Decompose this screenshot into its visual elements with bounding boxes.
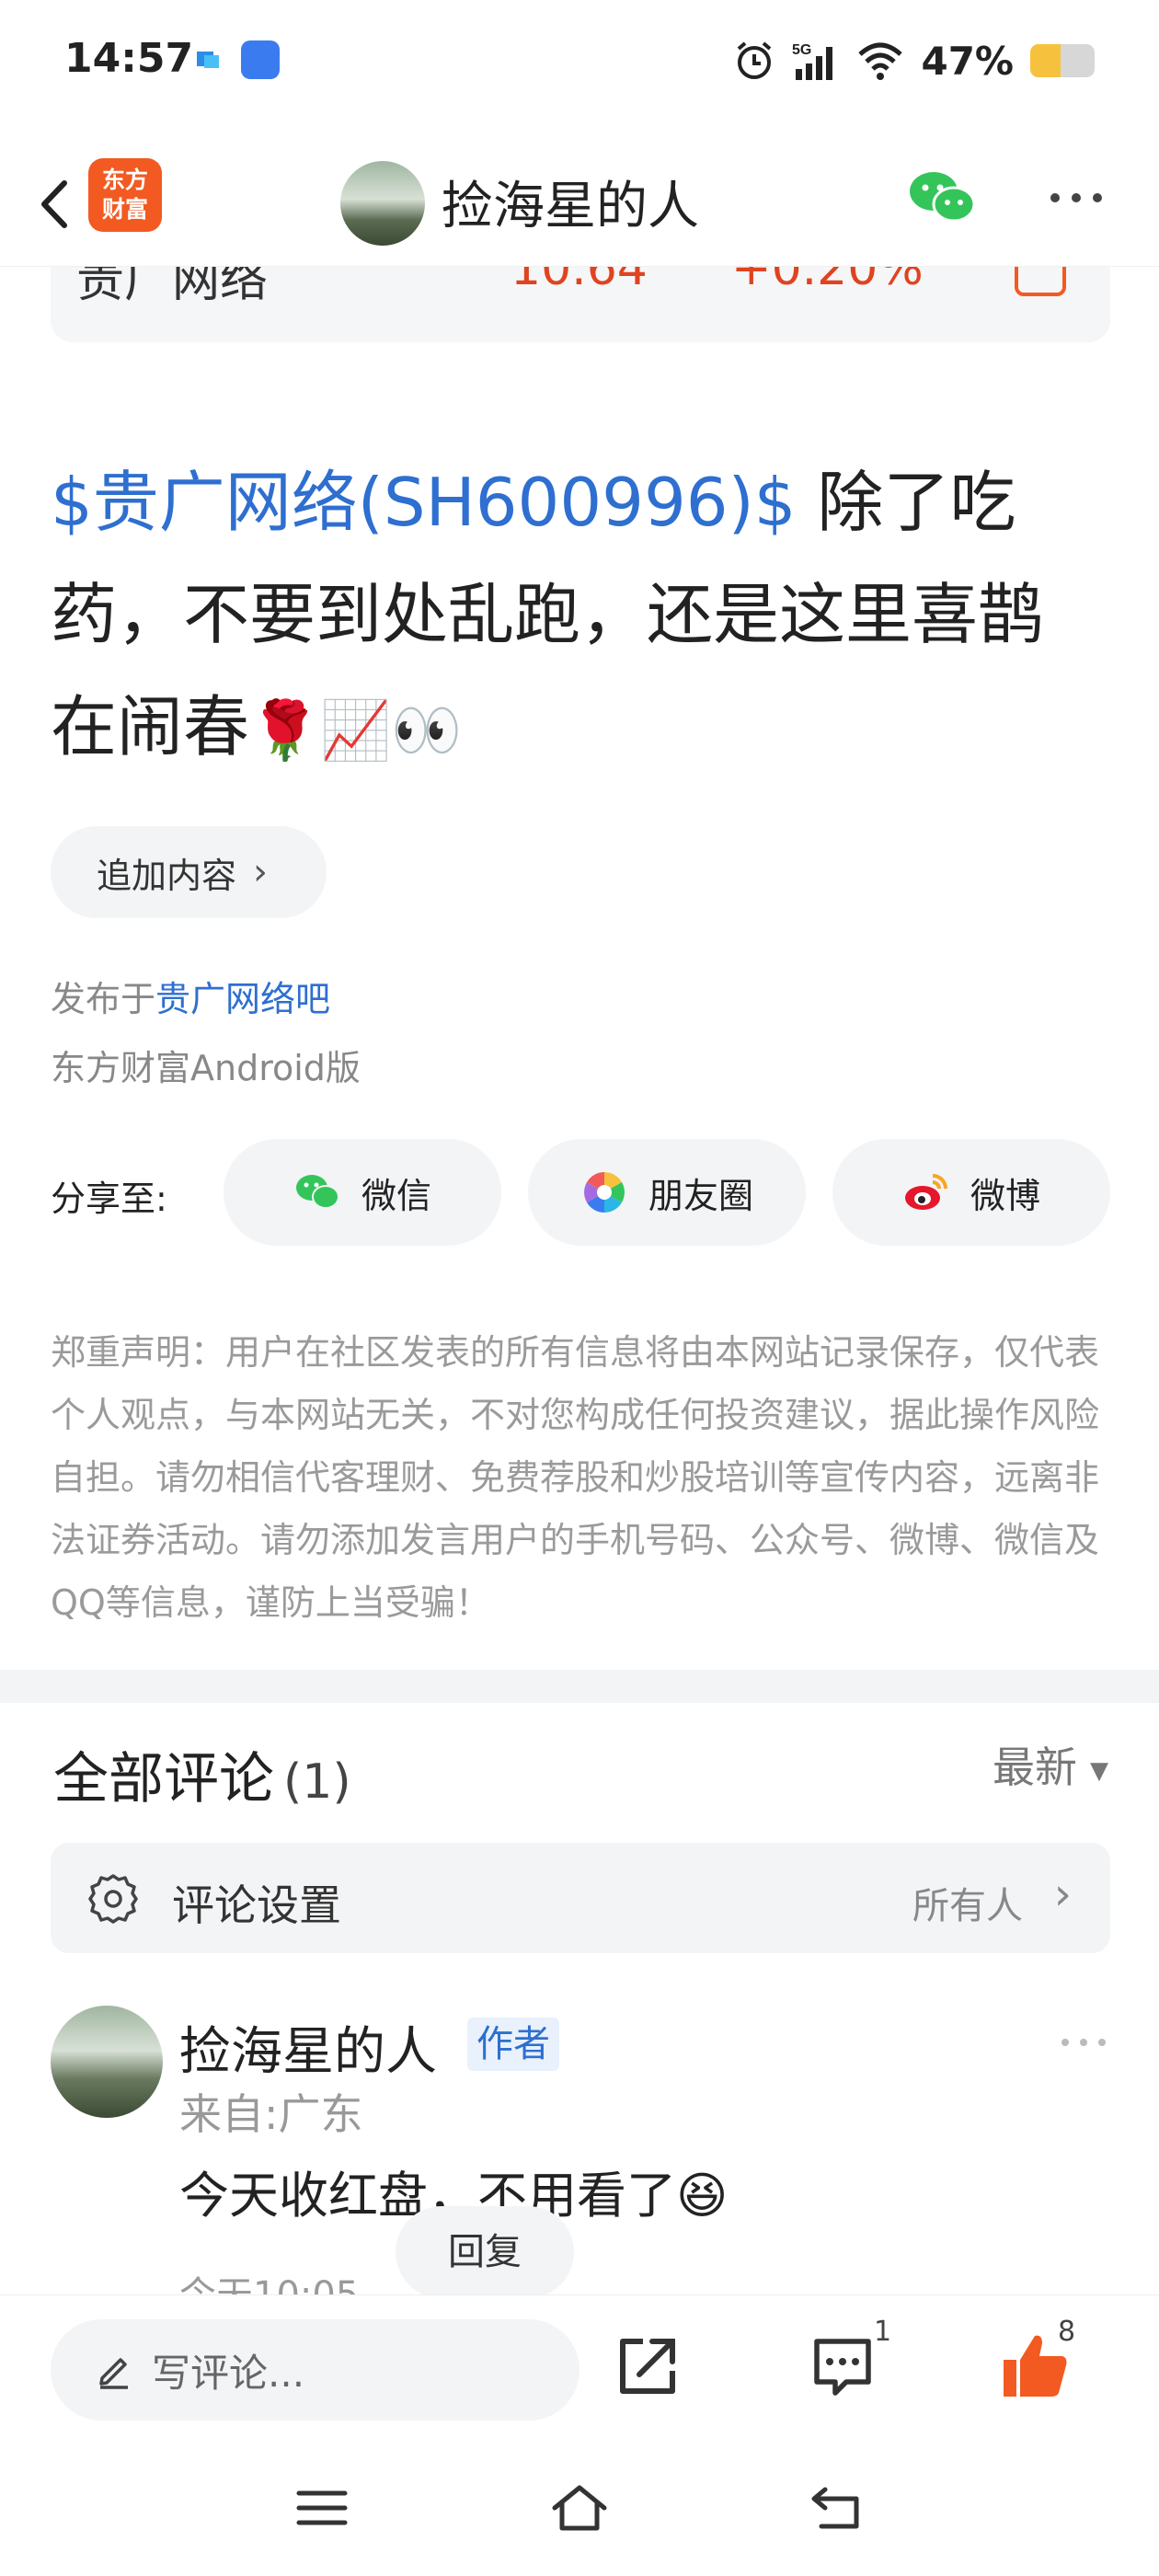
like-count: 8: [1058, 2316, 1076, 2348]
section-divider: [0, 1670, 1159, 1703]
status-time: 14:57: [64, 35, 194, 82]
post-body: $贵广网络(SH600996)$ 除了吃药，不要到处乱跑，还是这里喜鹊在闹春🌹📈…: [51, 446, 1108, 787]
status-bar: 14:57 5G 47%: [0, 0, 1159, 124]
share-weibo-button[interactable]: 微博: [832, 1139, 1110, 1246]
comment-settings-row[interactable]: 评论设置 所有人 ›: [51, 1843, 1110, 1953]
published-in: 发布于贵广网络吧: [51, 979, 331, 1019]
disclaimer-text: 郑重声明：用户在社区发表的所有信息将由本网站记录保存，仅代表个人观点，与本网站无…: [51, 1332, 1100, 1623]
share-label: 分享至:: [51, 1179, 167, 1219]
alarm-icon: [738, 41, 772, 79]
app-notification-icon: [197, 52, 219, 68]
comment-more-icon[interactable]: [1058, 2033, 1109, 2052]
comment-count: 1: [874, 2316, 892, 2348]
top-nav-bar: 东方 财富 捡海星的人: [0, 143, 1159, 267]
battery-percent: 47%: [921, 38, 1014, 84]
gear-icon: [88, 1874, 138, 1924]
moments-icon: [584, 1172, 625, 1213]
write-comment-input[interactable]: 写评论...: [51, 2319, 580, 2421]
comment-location: 来自:广东: [179, 2089, 363, 2139]
bottom-action-bar: 写评论... 1 8: [0, 2294, 1159, 2442]
add-content-button[interactable]: 追加内容 ›: [51, 826, 327, 918]
back-icon[interactable]: [26, 172, 90, 236]
post-emojis: 🌹📈👀: [249, 696, 463, 764]
share-moments-button[interactable]: 朋友圈: [528, 1139, 806, 1246]
author-avatar[interactable]: [340, 161, 425, 246]
wechat-icon: [295, 1175, 339, 1209]
comments-count: (1): [283, 1754, 351, 1810]
network-label: 5G: [792, 42, 811, 58]
weibo-icon: [904, 1174, 947, 1210]
share-icon[interactable]: [612, 2332, 682, 2402]
author-badge: 作者: [467, 2018, 559, 2071]
comment-avatar[interactable]: [51, 2006, 163, 2118]
reply-button[interactable]: 回复: [396, 2206, 574, 2298]
bar-link[interactable]: 贵广网络吧: [155, 979, 330, 1019]
share-wechat-button[interactable]: 微信: [224, 1139, 501, 1246]
home-icon[interactable]: [547, 2480, 612, 2536]
stock-tag-link[interactable]: $贵广网络(SH600996)$: [51, 464, 797, 541]
brand-logo[interactable]: 东方 财富: [88, 158, 162, 232]
pencil-icon: [99, 2358, 128, 2389]
comment-icon[interactable]: [809, 2334, 876, 2400]
wifi-icon: [858, 42, 903, 80]
chevron-right-icon: ›: [253, 851, 269, 893]
author-name[interactable]: 捡海星的人: [442, 165, 699, 239]
signal-icon: 5G: [792, 42, 833, 80]
client-info: 东方财富Android版: [51, 1048, 361, 1088]
menu-icon[interactable]: [290, 2480, 354, 2536]
app-icon: [241, 40, 280, 79]
more-icon[interactable]: [1044, 179, 1108, 216]
system-nav-bar: [0, 2442, 1159, 2576]
settings-value: 所有人: [912, 1885, 1023, 1927]
back-nav-icon[interactable]: [805, 2480, 869, 2536]
comment-author[interactable]: 捡海星的人: [179, 2010, 437, 2085]
chevron-right-icon: ›: [1053, 1869, 1072, 1920]
comments-title: 全部评论 (1): [53, 1747, 351, 1811]
caret-down-icon: ▼: [1090, 1756, 1108, 1785]
sort-dropdown[interactable]: 最新 ▼: [993, 1734, 1108, 1795]
battery-icon: [1030, 44, 1095, 77]
wechat-icon[interactable]: [906, 166, 980, 230]
